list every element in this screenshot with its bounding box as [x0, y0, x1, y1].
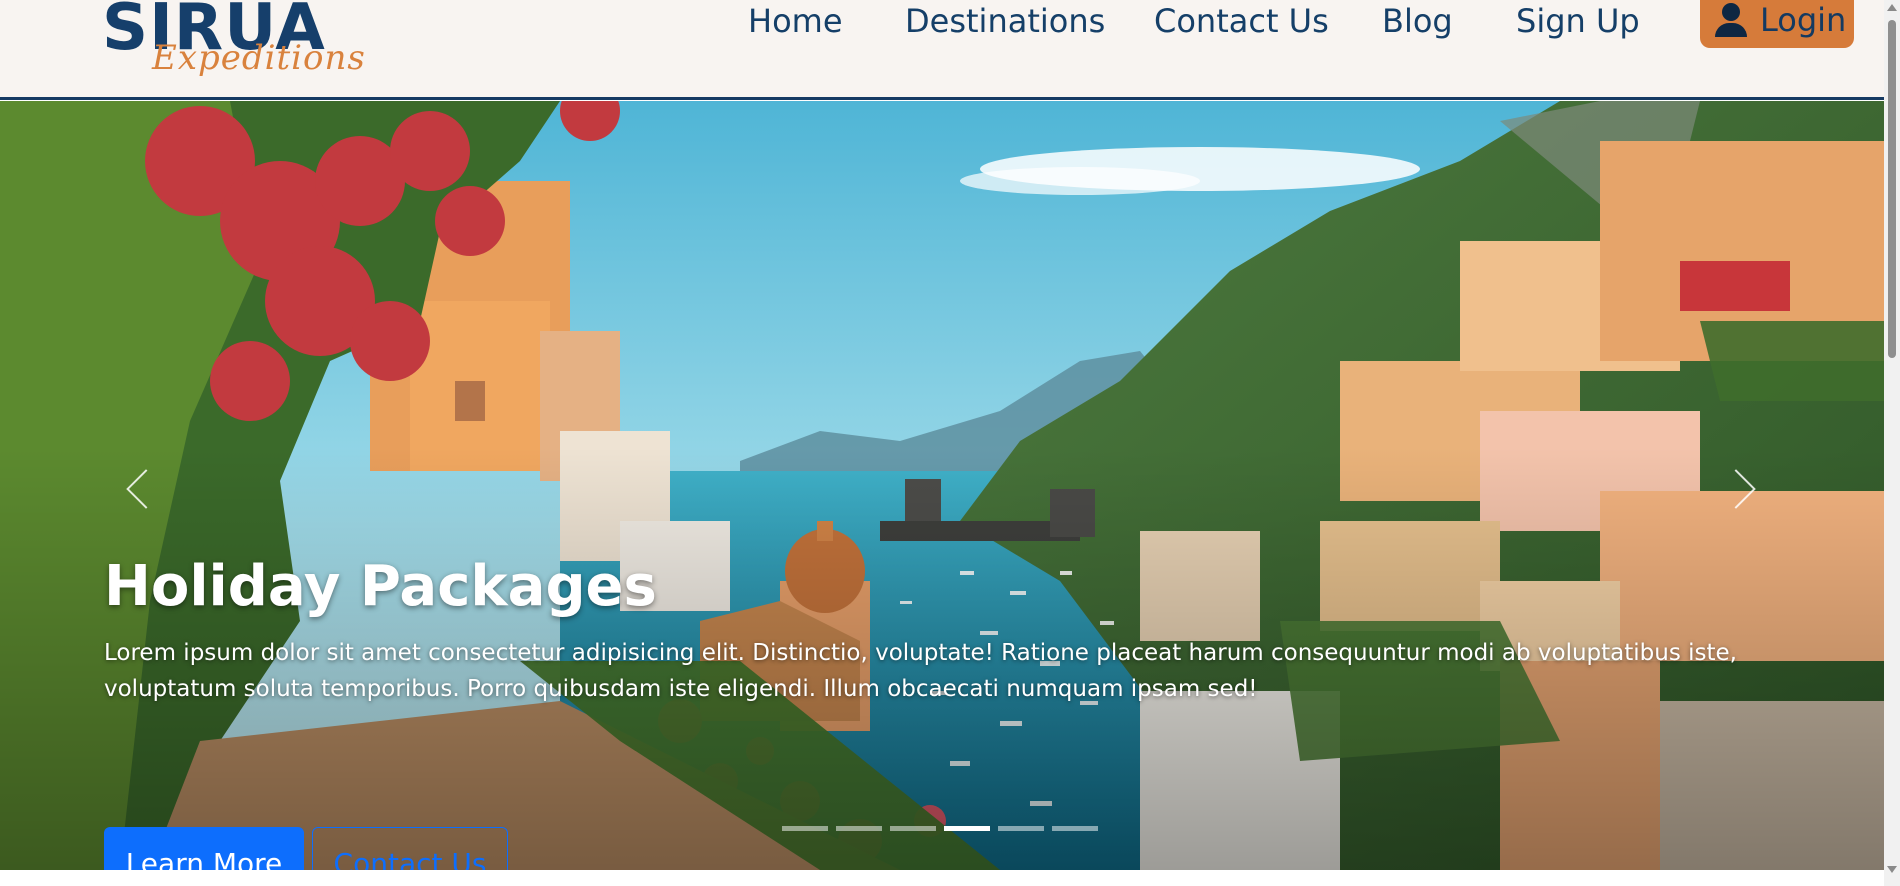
hero-title: Holiday Packages — [104, 554, 657, 619]
carousel-next-button[interactable] — [1716, 461, 1762, 521]
nav-link-contact-us[interactable]: Contact Us — [1154, 2, 1329, 40]
nav-link-blog[interactable]: Blog — [1382, 2, 1453, 40]
user-icon — [1714, 3, 1748, 37]
nav-link-sign-up[interactable]: Sign Up — [1516, 2, 1640, 40]
hero-description: Lorem ipsum dolor sit amet consectetur a… — [104, 640, 1737, 702]
main-nav: Home Destinations Contact Us Blog Sign U… — [0, 0, 1884, 44]
login-button[interactable]: Login — [1700, 0, 1854, 48]
carousel-indicator[interactable] — [1052, 826, 1098, 831]
nav-link-home[interactable]: Home — [748, 2, 843, 40]
carousel-indicator[interactable] — [998, 826, 1044, 831]
navbar: SIRUA Expeditions Home Destinations Cont… — [0, 0, 1884, 100]
hero-background-image — [0, 101, 1884, 870]
hero-caption: Holiday Packages Lorem ipsum dolor sit a… — [104, 551, 1804, 870]
page-scrollbar[interactable] — [1884, 0, 1900, 886]
chevron-right-icon — [1716, 469, 1756, 509]
carousel-prev-button[interactable] — [120, 461, 166, 521]
chevron-left-icon — [126, 469, 166, 509]
scroll-down-arrow-icon[interactable] — [1887, 866, 1897, 873]
contact-us-button[interactable]: Contact Us — [312, 827, 508, 870]
carousel-indicator[interactable] — [782, 826, 828, 831]
learn-more-button[interactable]: Learn More — [104, 827, 304, 870]
hero-carousel: Holiday Packages Lorem ipsum dolor sit a… — [0, 101, 1884, 870]
carousel-indicator[interactable] — [890, 826, 936, 831]
login-label: Login — [1760, 1, 1847, 39]
nav-link-destinations[interactable]: Destinations — [905, 2, 1105, 40]
scroll-thumb[interactable] — [1888, 20, 1896, 358]
carousel-indicator-active[interactable] — [944, 826, 990, 831]
scroll-up-arrow-icon[interactable] — [1887, 4, 1897, 11]
page: SIRUA Expeditions Home Destinations Cont… — [0, 0, 1900, 886]
carousel-indicator[interactable] — [836, 826, 882, 831]
brand-tagline: Expeditions — [152, 38, 366, 78]
